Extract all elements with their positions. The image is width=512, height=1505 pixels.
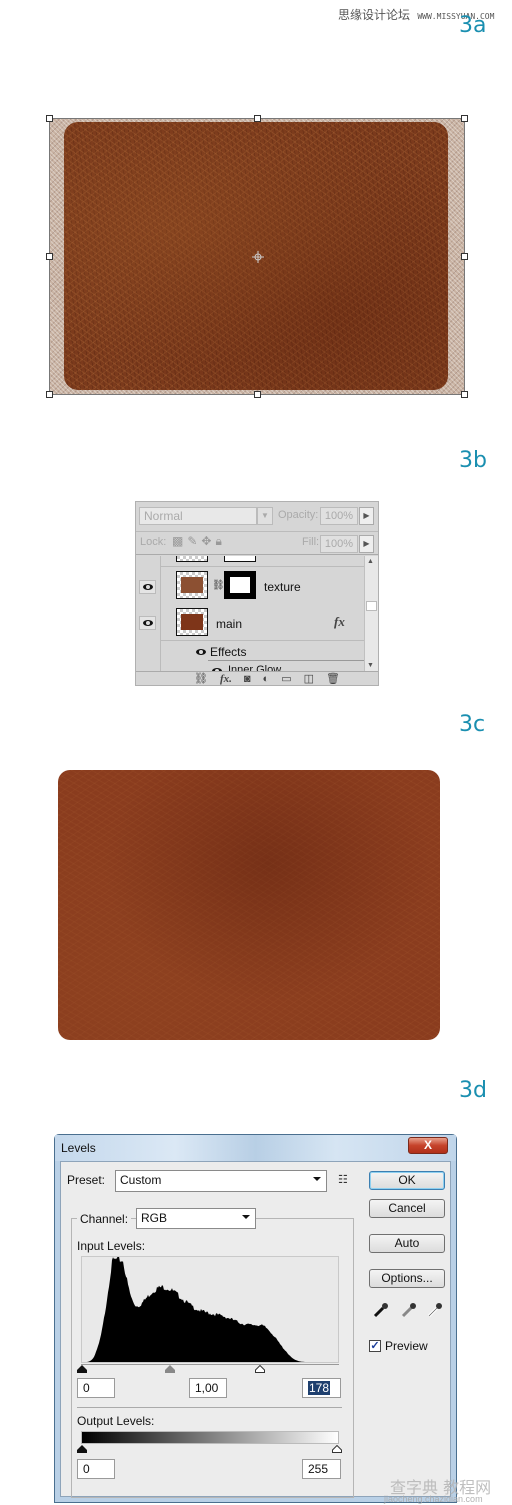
visibility-toggle-main[interactable] [139,616,156,630]
output-levels-label: Output Levels: [77,1414,155,1428]
watermark-bottom-url: jiaocheng.chazidian.com [384,1494,483,1504]
transform-handle-tr[interactable] [461,115,468,122]
layers-scrollbar[interactable]: ▲ ▼ [364,556,378,671]
step-label-3c: 3c [459,712,486,737]
preset-value: Custom [120,1173,162,1187]
fx-icon[interactable]: fx. [220,672,232,686]
opacity-label: Opacity: [278,509,319,521]
input-gamma-field[interactable]: 1,00 [189,1378,227,1398]
input-white-slider[interactable] [255,1365,265,1373]
eye-icon [142,620,153,626]
black-point-eyedropper-icon[interactable] [373,1302,389,1318]
effects-label[interactable]: Effects [210,645,246,659]
input-gamma-slider[interactable] [165,1365,175,1373]
preview-label[interactable]: Preview [385,1339,428,1353]
lock-transparency-icon[interactable]: ▩ [172,534,183,549]
layer-fx-badge-icon[interactable]: fx [334,614,345,630]
layer-name-main[interactable]: main [216,617,242,631]
layers-panel: Normal ▼ Opacity: 100% ▶ Lock: ▩ ✎ ✥ 🔒︎ … [135,501,379,686]
layers-footer-toolbar: ⛓ fx. ◙ ◐ ▭ ◫ 🗑︎ [136,671,378,686]
mask-link-chain-icon[interactable]: ⛓ [212,580,225,591]
effect-inner-glow[interactable]: Inner Glow [228,664,281,671]
fill-slider-button[interactable]: ▶ [359,535,374,553]
layer-name-texture[interactable]: texture [264,580,301,594]
close-button[interactable]: X [408,1137,448,1154]
adjustment-icon[interactable]: ◐ [263,672,270,686]
fill-label: Fill: [302,536,320,548]
output-gradient-bar [81,1431,339,1444]
link-icon[interactable]: ⛓ [194,672,208,686]
input-white-value: 178 [308,1381,331,1395]
transform-handle-br[interactable] [461,391,468,398]
chevron-down-icon [242,1215,250,1219]
options-button[interactable]: Options... [369,1269,445,1288]
watermark-site-name: 思缘设计论坛 [338,8,411,22]
step-label-3d: 3d [459,1078,487,1103]
ok-button[interactable]: OK [369,1171,445,1190]
folder-icon[interactable]: ▭ [281,672,291,686]
effects-eye-icon[interactable] [196,649,206,655]
input-black-field[interactable]: 0 [77,1378,115,1398]
eye-icon [142,584,153,590]
lock-image-brush-icon[interactable]: ✎ [187,534,197,549]
scroll-down-arrow-icon[interactable]: ▼ [367,662,374,669]
transform-handle-l[interactable] [46,253,53,260]
transform-handle-bl[interactable] [46,391,53,398]
output-black-slider[interactable] [77,1445,87,1453]
scroll-up-arrow-icon[interactable]: ▲ [367,558,374,565]
preset-options-menu-icon[interactable]: ☷ [338,1173,348,1186]
histogram-graph [82,1256,338,1362]
input-black-slider[interactable] [77,1365,87,1373]
visibility-toggle-texture[interactable] [139,580,156,594]
blend-mode-select[interactable]: Normal [139,507,257,525]
dialog-title: Levels [61,1141,96,1155]
blend-mode-dropdown-icon[interactable]: ▼ [257,507,273,525]
histogram [81,1256,339,1363]
leather-result-image [58,770,440,1040]
transform-handle-tl[interactable] [46,115,53,122]
preset-select[interactable]: Custom [115,1170,327,1192]
auto-button[interactable]: Auto [369,1234,445,1253]
fill-input[interactable]: 100% [320,535,358,553]
opacity-input[interactable]: 100% [320,507,358,525]
layer-thumbnail-main[interactable] [176,608,208,636]
mask-icon[interactable]: ◙ [244,672,251,686]
step-label-3a: 3a [459,13,487,38]
lock-all-padlock-icon[interactable]: 🔒︎ [215,534,221,549]
chevron-down-icon [313,1177,321,1181]
cancel-button[interactable]: Cancel [369,1199,445,1218]
transform-handle-t[interactable] [254,115,261,122]
layer-list: ⛓ texture main fx Effects Inner Glow [136,556,364,671]
trash-icon[interactable]: 🗑︎ [326,672,340,686]
reference-point-icon[interactable] [252,251,264,263]
white-point-eyedropper-icon[interactable] [427,1302,443,1318]
new-layer-icon[interactable]: ◫ [304,672,314,686]
scroll-thumb[interactable] [366,601,377,611]
output-black-field[interactable]: 0 [77,1459,115,1479]
levels-dialog: Levels X Preset: Custom ☷ OK Cancel Auto… [54,1134,457,1503]
channel-value: RGB [141,1211,168,1225]
output-white-field[interactable]: 255 [302,1459,341,1479]
lock-position-move-icon[interactable]: ✥ [201,534,211,549]
lock-label: Lock: [140,536,167,548]
output-white-slider[interactable] [332,1445,342,1453]
layer-thumbnail-texture[interactable] [176,571,208,599]
transform-handle-r[interactable] [461,253,468,260]
transform-frame[interactable] [46,115,468,398]
channel-select[interactable]: RGB [136,1208,256,1229]
input-levels-label: Input Levels: [77,1239,146,1253]
gray-point-eyedropper-icon[interactable] [401,1302,417,1318]
layer-mask-partial[interactable] [224,556,256,562]
transform-handle-b[interactable] [254,391,261,398]
layer-thumbnail-partial[interactable] [176,556,208,562]
channel-label: Channel: [77,1212,132,1226]
step-label-3b: 3b [459,448,487,473]
layer-mask-thumbnail-texture[interactable] [224,571,256,599]
dialog-titlebar[interactable]: Levels X [55,1135,456,1161]
histogram-area [82,1256,338,1362]
opacity-slider-button[interactable]: ▶ [359,507,374,525]
preview-checkbox[interactable]: ✓ [369,1340,381,1352]
input-white-field[interactable]: 178 [302,1378,341,1398]
preset-label: Preset: [67,1173,106,1187]
